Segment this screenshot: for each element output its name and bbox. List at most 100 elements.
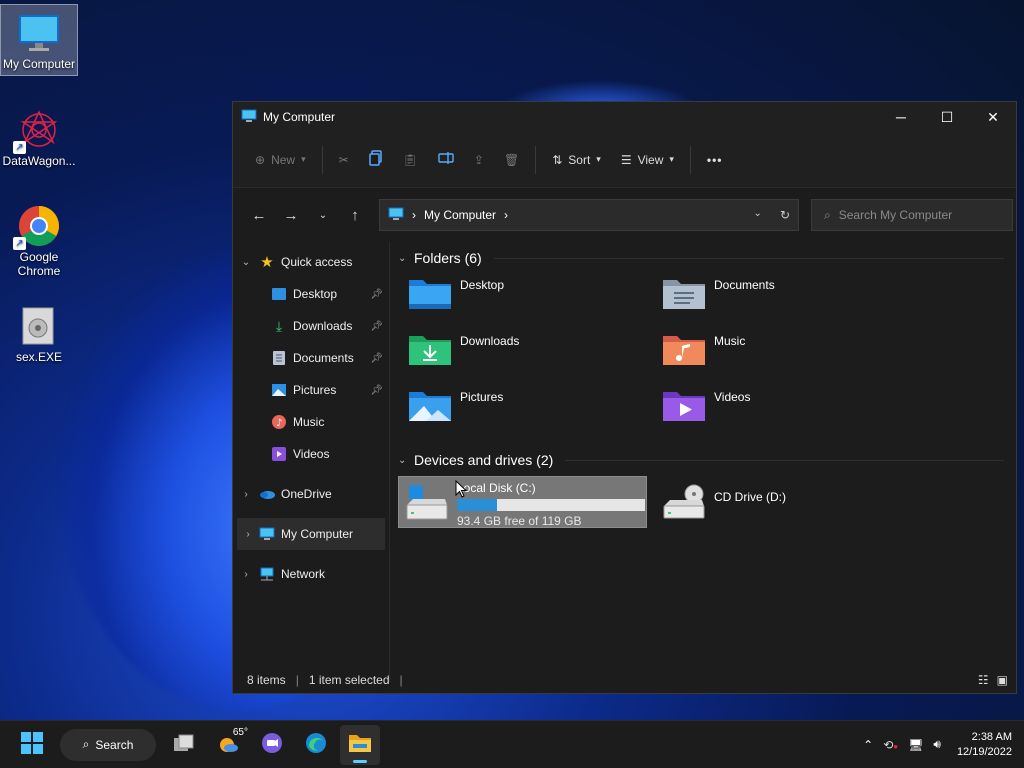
copy-icon xyxy=(368,150,383,169)
large-icons-view-icon[interactable]: ▣ xyxy=(997,673,1008,687)
breadcrumb-location[interactable]: My Computer xyxy=(424,208,496,222)
address-dropdown-icon[interactable]: ⌄ xyxy=(754,208,762,222)
desktop-icon-chrome[interactable]: ↗ Google Chrome xyxy=(0,198,78,288)
sort-button[interactable]: ⇅ Sort ▾ xyxy=(542,144,611,176)
drive-usage-bar xyxy=(457,499,645,511)
up-button[interactable]: ↑ xyxy=(339,207,371,224)
sidebar-item-label: Downloads xyxy=(293,319,353,333)
drive-item-cd-drive-d[interactable]: CD Drive (D:) xyxy=(652,476,906,528)
breadcrumb-separator-icon: › xyxy=(412,208,416,222)
address-bar[interactable]: › My Computer › ⌄ ↻ xyxy=(379,199,799,231)
clipboard-icon: 📋︎ xyxy=(402,152,418,167)
sidebar-item-pictures[interactable]: Pictures 📌︎ xyxy=(233,374,389,406)
chevron-right-icon[interactable]: › xyxy=(233,569,259,580)
sidebar-item-network[interactable]: › Network xyxy=(233,558,389,590)
pin-icon: 📌︎ xyxy=(370,288,383,300)
chevron-down-icon[interactable]: ⌄ xyxy=(233,257,259,268)
sidebar-item-my-computer[interactable]: › My Computer xyxy=(237,518,385,550)
edge-button[interactable] xyxy=(296,725,336,765)
folder-item-desktop[interactable]: Desktop xyxy=(398,274,652,330)
music-folder-icon xyxy=(662,332,706,372)
folder-item-downloads[interactable]: Downloads xyxy=(398,330,652,386)
status-separator: | xyxy=(295,673,299,687)
svg-text:♪: ♪ xyxy=(276,418,282,429)
drives-section-header[interactable]: ⌄ Devices and drives (2) xyxy=(398,444,1016,476)
sidebar-item-music[interactable]: ♪ Music xyxy=(233,406,389,438)
search-input[interactable]: ⌕ Search My Computer xyxy=(811,199,1013,231)
toolbar-divider xyxy=(689,145,691,174)
chevron-right-icon[interactable]: › xyxy=(233,489,259,500)
sidebar-item-desktop[interactable]: Desktop 📌︎ xyxy=(233,278,389,310)
taskbar: ⌕ Search 65° ⌃ ⟲● 🖥︎ 🔊︎ 2:38 AM 12/19/20… xyxy=(0,720,1024,768)
sidebar-item-quick-access[interactable]: ⌄ ★ Quick access xyxy=(233,246,389,278)
recent-locations-button[interactable]: ⌄ xyxy=(307,210,339,221)
more-options-button[interactable]: ••• xyxy=(697,144,733,176)
task-view-button[interactable] xyxy=(164,725,204,765)
desktop-icon-label: DataWagon... xyxy=(2,154,76,168)
section-divider xyxy=(565,459,1004,461)
folder-label: Documents xyxy=(714,278,775,292)
folder-label: Desktop xyxy=(460,278,505,292)
videos-folder-icon xyxy=(662,388,706,428)
maximize-button[interactable]: ☐ xyxy=(924,102,970,132)
file-explorer-button[interactable] xyxy=(340,724,380,765)
folders-section-header[interactable]: ⌄ Folders (6) xyxy=(398,242,1016,274)
desktop-icon-exe[interactable]: sex.EXE xyxy=(0,298,78,370)
show-hidden-icons-button[interactable]: ⌃ xyxy=(863,738,873,752)
shortcut-arrow-icon: ↗ xyxy=(13,237,26,250)
details-view-icon[interactable]: ☷ xyxy=(978,673,989,687)
sidebar-item-documents[interactable]: Documents 📌︎ xyxy=(233,342,389,374)
refresh-icon[interactable]: ↻ xyxy=(780,208,790,222)
delete-button[interactable]: 🗑︎ xyxy=(494,144,529,176)
plus-circle-icon: ⊕ xyxy=(255,152,266,167)
copy-button[interactable] xyxy=(359,144,393,176)
folder-item-music[interactable]: Music xyxy=(652,330,906,386)
new-button[interactable]: ⊕ New ▾ xyxy=(245,144,316,176)
chat-button[interactable] xyxy=(252,725,292,765)
navigation-pane: ⌄ ★ Quick access Desktop 📌︎ ⤓ Downloads … xyxy=(233,242,390,682)
toolbar-divider xyxy=(321,145,323,174)
title-bar[interactable]: My Computer ─ ☐ ✕ xyxy=(233,102,1016,132)
window-title: My Computer xyxy=(263,110,336,124)
search-icon: ⌕ xyxy=(82,737,90,751)
close-button[interactable]: ✕ xyxy=(970,102,1016,132)
view-button[interactable]: ☰ View ▾ xyxy=(611,144,684,176)
network-status-icon[interactable]: 🖥︎ xyxy=(908,738,923,752)
chevron-down-icon: ▾ xyxy=(669,154,674,164)
desktop-icon-datawagon[interactable]: ↗ DataWagon... xyxy=(0,102,78,174)
folder-item-pictures[interactable]: Pictures xyxy=(398,386,652,442)
desktop-icon-my-computer[interactable]: My Computer xyxy=(0,4,78,76)
start-button[interactable] xyxy=(12,725,52,765)
back-button[interactable]: ← xyxy=(243,207,275,224)
folder-item-videos[interactable]: Videos xyxy=(652,386,906,442)
sync-alert-icon[interactable]: ⟲● xyxy=(883,738,898,752)
minimize-button[interactable]: ─ xyxy=(878,102,924,132)
sidebar-item-label: My Computer xyxy=(281,527,354,541)
cut-button[interactable]: ✂ xyxy=(329,144,359,176)
pin-icon: 📌︎ xyxy=(370,320,383,332)
weather-widget[interactable]: 65° xyxy=(208,725,248,765)
rename-button[interactable] xyxy=(428,144,464,176)
forward-button[interactable]: → xyxy=(275,207,307,224)
share-button[interactable]: ⇪ xyxy=(464,144,494,176)
volume-icon[interactable]: 🔊︎ xyxy=(933,737,941,752)
chevron-right-icon[interactable]: › xyxy=(237,529,259,540)
sort-label: Sort xyxy=(568,152,591,167)
cloud-icon xyxy=(259,486,275,502)
taskbar-search-button[interactable]: ⌕ Search xyxy=(60,728,156,761)
folder-item-documents[interactable]: Documents xyxy=(652,274,906,330)
monitor-icon xyxy=(259,526,275,542)
sidebar-item-onedrive[interactable]: › OneDrive xyxy=(233,478,389,510)
chevron-down-icon: ▾ xyxy=(301,154,306,164)
sidebar-item-label: Desktop xyxy=(293,287,338,301)
rename-icon xyxy=(438,151,454,168)
clock[interactable]: 2:38 AM 12/19/2022 xyxy=(957,730,1012,760)
paste-button[interactable]: 📋︎ xyxy=(393,144,428,176)
breadcrumb-separator-icon: › xyxy=(504,208,509,222)
file-explorer-window: My Computer ─ ☐ ✕ ⊕ New ▾ ✂ 📋︎ ⇪ 🗑︎ ⇅ So… xyxy=(232,101,1017,694)
search-placeholder: Search My Computer xyxy=(838,208,953,222)
drive-item-local-disk-c[interactable]: Local Disk (C:) 93.4 GB free of 119 GB xyxy=(398,476,647,528)
sidebar-item-downloads[interactable]: ⤓ Downloads 📌︎ xyxy=(233,310,389,342)
folder-label: Videos xyxy=(714,390,751,404)
sidebar-item-videos[interactable]: Videos xyxy=(233,438,389,470)
